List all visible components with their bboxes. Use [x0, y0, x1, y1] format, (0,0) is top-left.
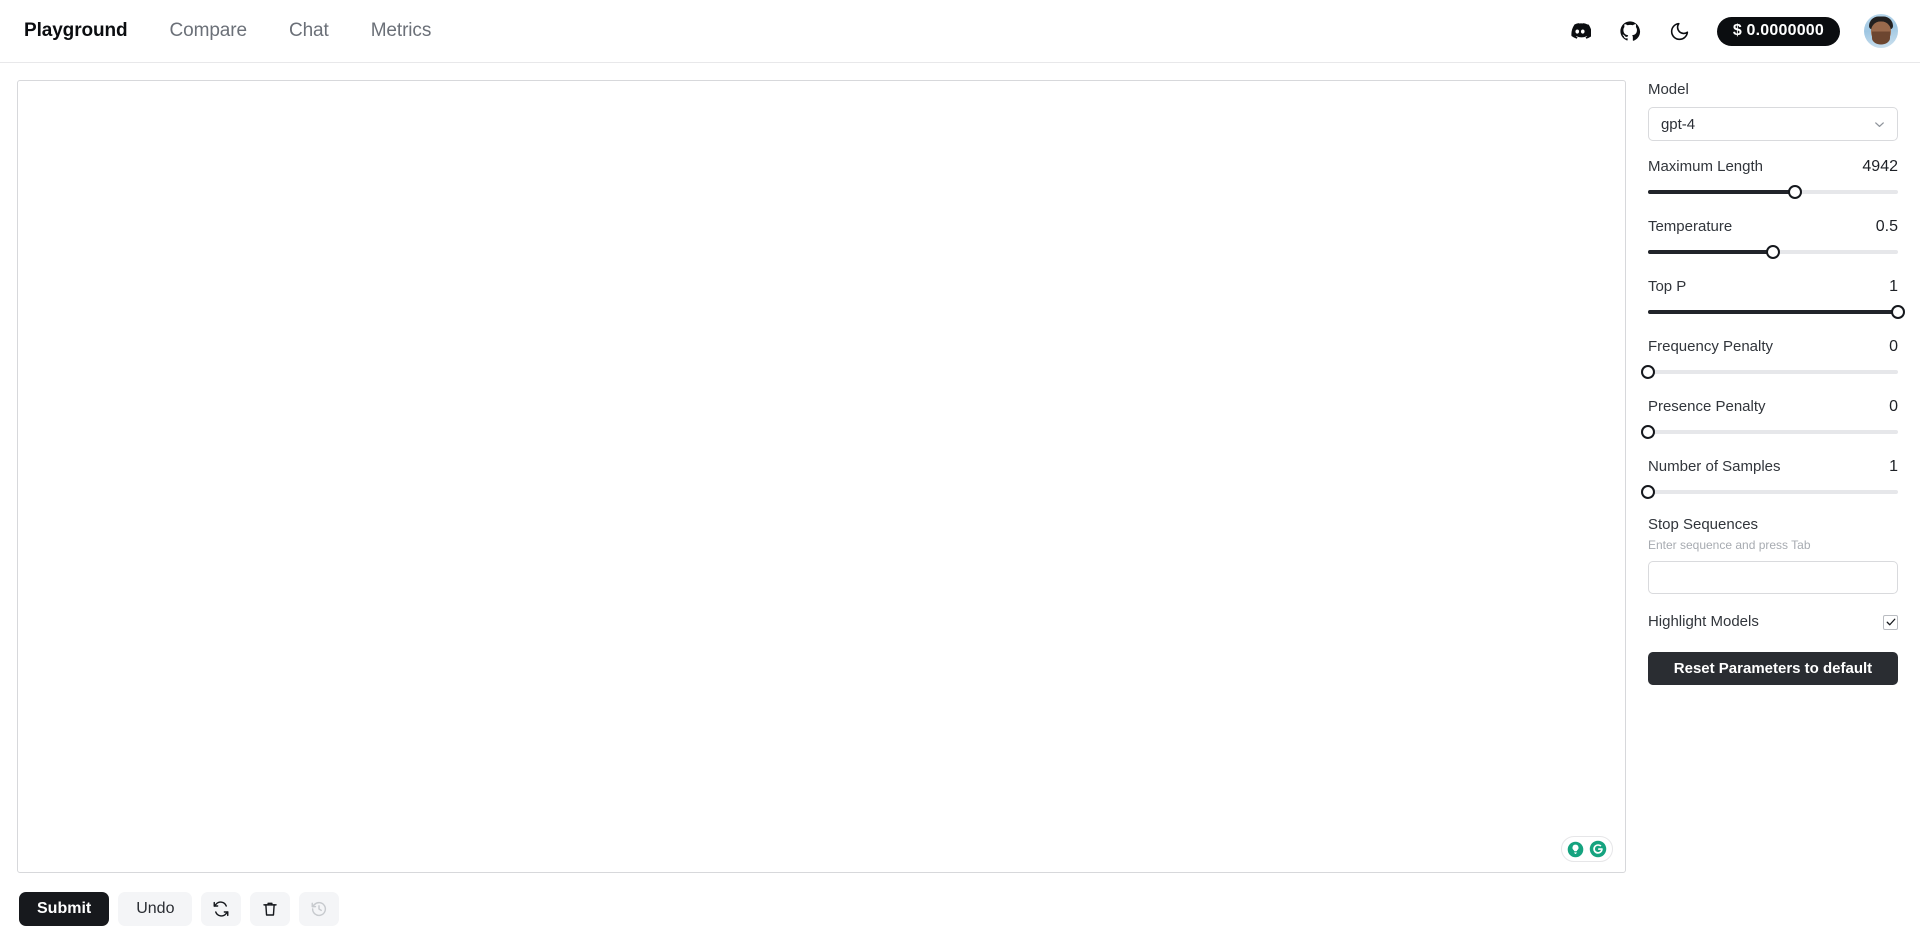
slider-thumb[interactable] [1640, 485, 1655, 499]
editor-toolbar: Submit Undo [17, 873, 1626, 926]
main-nav: Playground Compare Chat Metrics [24, 20, 431, 42]
param-number-of-samples: Number of Samples 1 [1640, 457, 1898, 501]
github-icon[interactable] [1617, 18, 1643, 44]
slider-number-of-samples[interactable] [1640, 483, 1898, 501]
undo-button[interactable]: Undo [118, 892, 193, 926]
slider-thumb[interactable] [1765, 245, 1780, 259]
dark-mode-moon-icon[interactable] [1667, 18, 1693, 44]
avatar[interactable] [1864, 14, 1898, 48]
history-icon[interactable] [299, 892, 340, 926]
model-select-value: gpt-4 [1660, 115, 1696, 133]
slider-thumb[interactable] [1891, 305, 1905, 319]
avatar-beard [1872, 31, 1890, 45]
slider-presence-penalty[interactable] [1640, 423, 1898, 441]
param-presence-penalty: Presence Penalty 0 [1640, 397, 1898, 441]
slider-temperature[interactable] [1647, 243, 1898, 261]
param-temperature: Temperature 0.5 [1647, 217, 1898, 261]
slider-track [1647, 490, 1898, 494]
prompt-editor[interactable] [17, 80, 1626, 873]
editor-column: Submit Undo [0, 63, 1626, 941]
prompt-editor-text[interactable] [18, 81, 1625, 129]
tab-playground[interactable]: Playground [24, 20, 128, 42]
reset-parameters-button[interactable]: Reset Parameters to default [1647, 652, 1898, 685]
param-value: 0.5 [1875, 218, 1898, 235]
slider-top-p[interactable] [1647, 303, 1905, 321]
tab-metrics[interactable]: Metrics [371, 20, 432, 42]
grammarly-widget [1560, 836, 1613, 862]
stop-sequences-hint: Enter sequence and press Tab [1647, 538, 1811, 552]
app-header: Playground Compare Chat Metrics $ 0.0000… [0, 0, 1920, 63]
discord-icon[interactable] [1567, 18, 1593, 44]
slider-fill [1647, 190, 1796, 194]
regenerate-icon[interactable] [201, 892, 242, 926]
param-value: 0 [1889, 398, 1898, 415]
submit-button[interactable]: Submit [19, 892, 110, 926]
header-actions: $ 0.0000000 [1567, 14, 1898, 48]
highlight-models-row: Highlight Models [1648, 612, 1898, 632]
stop-sequences-group: Stop Sequences Enter sequence and press … [1647, 515, 1898, 594]
grammarly-suggestion-icon[interactable] [1566, 839, 1586, 859]
slider-fill [1647, 250, 1773, 254]
trash-icon[interactable] [250, 892, 291, 926]
slider-track [1647, 370, 1898, 374]
param-label: Frequency Penalty [1647, 338, 1774, 355]
slider-maximum-length[interactable] [1647, 183, 1898, 201]
param-label: Top P [1647, 278, 1687, 295]
slider-thumb[interactable] [1640, 425, 1655, 439]
param-value: 1 [1889, 458, 1898, 475]
param-value: 0 [1889, 338, 1898, 355]
param-label: Presence Penalty [1647, 398, 1766, 415]
chevron-down-icon [1872, 117, 1887, 132]
highlight-models-label: Highlight Models [1647, 613, 1759, 630]
param-frequency-penalty: Frequency Penalty 0 [1640, 337, 1898, 381]
model-label: Model [1647, 81, 1689, 98]
slider-thumb[interactable] [1640, 365, 1655, 379]
grammarly-logo-icon[interactable] [1588, 839, 1608, 859]
param-maximum-length: Maximum Length 4942 [1647, 157, 1898, 201]
parameters-panel: Model gpt-4 Maximum Length 4942 Temperat… [1640, 63, 1920, 685]
stop-sequences-input[interactable] [1647, 561, 1898, 594]
param-value: 4942 [1862, 158, 1898, 175]
stop-sequences-label: Stop Sequences [1647, 516, 1759, 533]
cost-badge[interactable]: $ 0.0000000 [1716, 16, 1840, 46]
slider-fill [1647, 310, 1898, 314]
model-select[interactable]: gpt-4 [1647, 107, 1898, 141]
tab-chat[interactable]: Chat [289, 20, 329, 42]
slider-track [1647, 430, 1898, 434]
param-label: Number of Samples [1647, 458, 1781, 475]
slider-frequency-penalty[interactable] [1640, 363, 1898, 381]
param-value: 1 [1889, 278, 1898, 295]
param-top-p: Top P 1 [1647, 277, 1905, 321]
app-body: Submit Undo Model gpt-4 Maximum Length 4… [0, 63, 1920, 941]
highlight-models-checkbox[interactable] [1883, 614, 1898, 630]
slider-thumb[interactable] [1788, 185, 1803, 199]
param-label: Temperature [1647, 218, 1733, 235]
tab-compare[interactable]: Compare [170, 20, 248, 42]
param-label: Maximum Length [1647, 158, 1764, 175]
